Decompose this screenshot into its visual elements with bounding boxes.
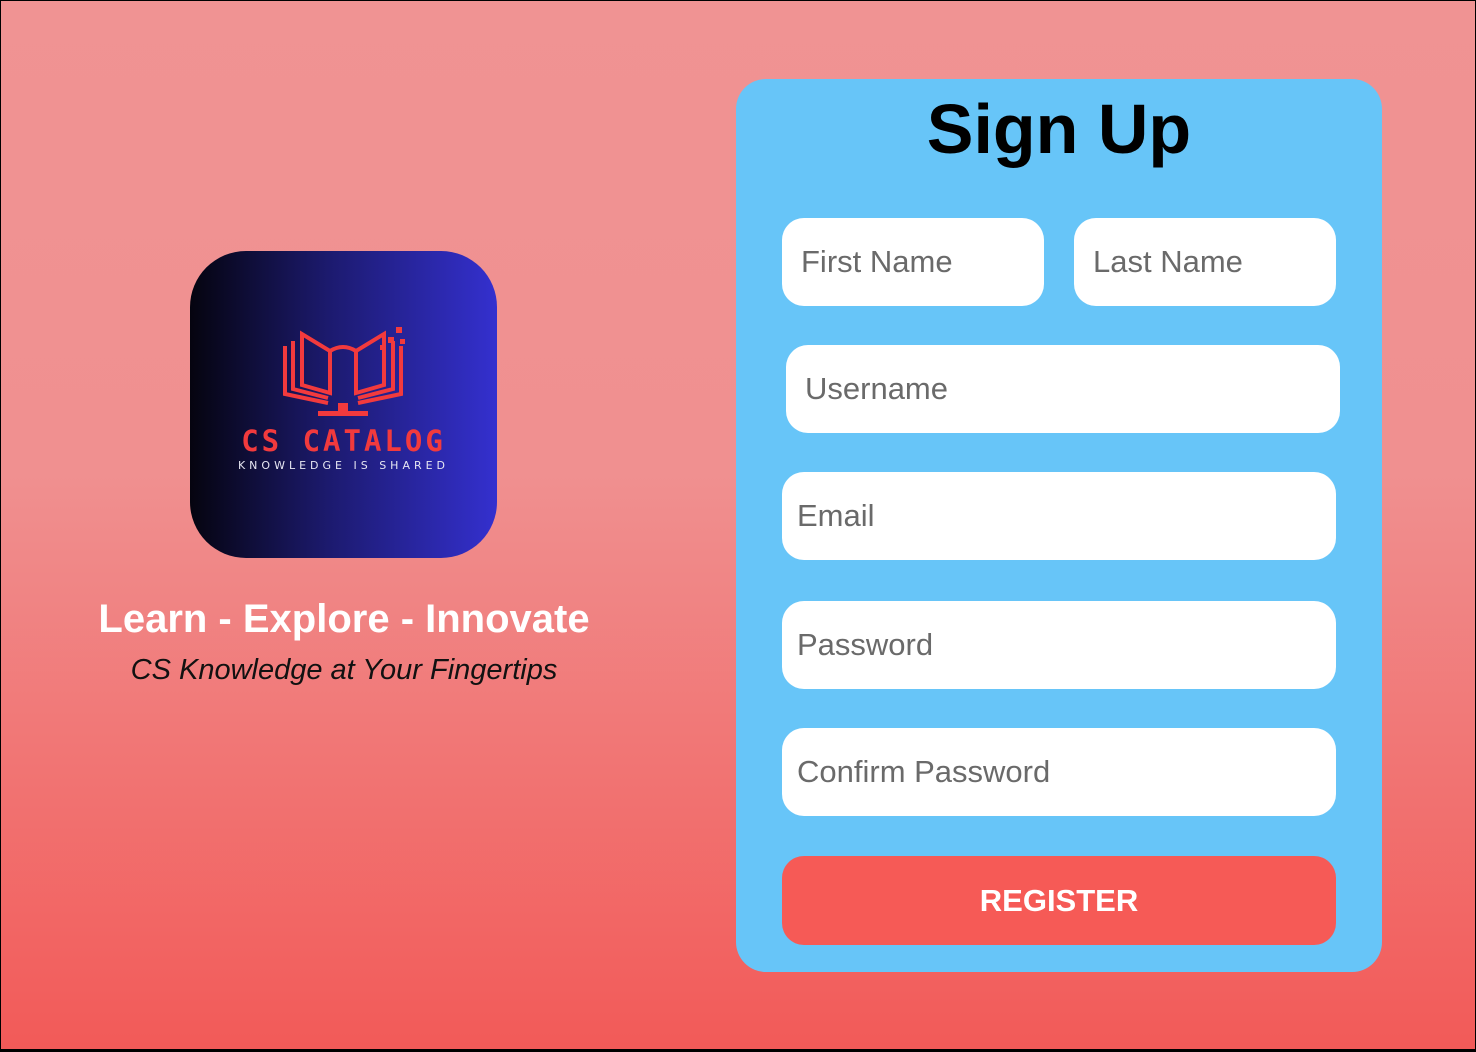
signup-page: CS CATALOG KNOWLEDGE IS SHARED Learn - E…: [1, 1, 1475, 1049]
first-name-input[interactable]: [801, 244, 1044, 280]
username-field[interactable]: [786, 345, 1340, 433]
password-field[interactable]: [782, 601, 1336, 689]
password-input[interactable]: [797, 627, 1336, 663]
logo-name: CS CATALOG: [241, 424, 446, 458]
app-logo: CS CATALOG KNOWLEDGE IS SHARED: [190, 251, 497, 558]
logo-tagline: KNOWLEDGE IS SHARED: [237, 459, 450, 472]
first-name-field[interactable]: [782, 218, 1044, 306]
last-name-field[interactable]: [1074, 218, 1336, 306]
username-input[interactable]: [805, 371, 1340, 407]
subslogan: CS Knowledge at Your Fingertips: [130, 654, 558, 686]
confirm-password-input[interactable]: [797, 754, 1336, 790]
email-input[interactable]: [797, 498, 1336, 534]
register-button[interactable]: REGISTER: [782, 856, 1336, 945]
book-monitor-icon: [283, 327, 405, 416]
page-title: Sign Up: [926, 90, 1192, 168]
slogan: Learn - Explore - Innovate: [98, 597, 590, 641]
signup-card: Sign Up REGISTER: [736, 79, 1382, 972]
email-field[interactable]: [782, 472, 1336, 560]
confirm-password-field[interactable]: [782, 728, 1336, 816]
last-name-input[interactable]: [1093, 244, 1336, 280]
